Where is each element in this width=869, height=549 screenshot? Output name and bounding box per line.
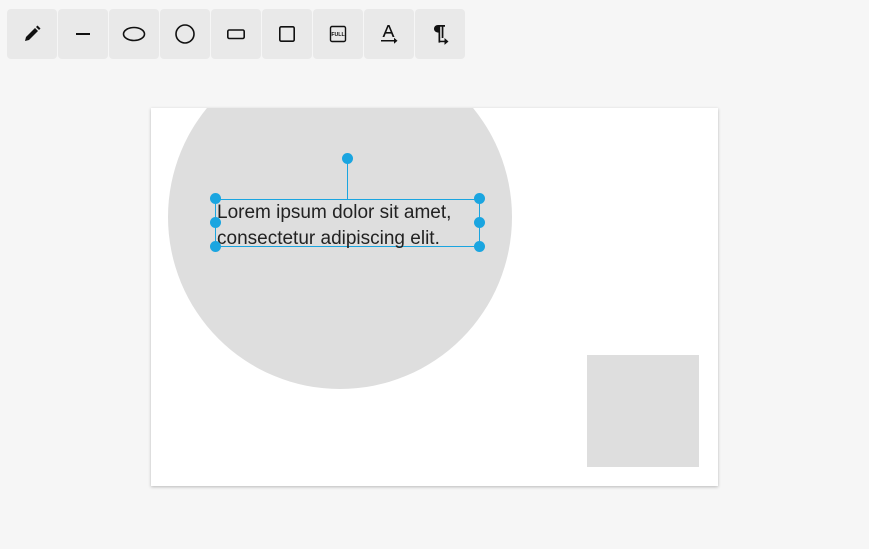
paragraph-tool-button[interactable] [415,9,465,59]
resize-handle-middle-right[interactable] [474,217,485,228]
rotation-handle[interactable] [342,153,353,164]
rotation-connector-line [347,158,348,199]
line-tool-button[interactable] [58,9,108,59]
resize-handle-bottom-left[interactable] [210,241,221,252]
square-icon [277,24,297,44]
text-tool-button[interactable] [364,9,414,59]
text-line-1: Lorem ipsum dolor sit amet, [217,202,452,223]
circle-tool-button[interactable] [160,9,210,59]
ellipse-icon [121,24,147,44]
ellipse-tool-button[interactable] [109,9,159,59]
circle-icon [174,23,196,45]
resize-handle-bottom-right[interactable] [474,241,485,252]
pencil-tool-button[interactable] [7,9,57,59]
resize-handle-top-left[interactable] [210,193,221,204]
text-box-content[interactable]: Lorem ipsum dolor sit amet, consectetur … [217,200,451,252]
fill-icon-label: FULL [331,32,345,38]
resize-handle-middle-left[interactable] [210,217,221,228]
pencil-icon [22,24,42,44]
text-line-2: consectetur adipiscing elit. [217,228,440,249]
rectangle-tool-button[interactable] [211,9,261,59]
selected-text-box[interactable]: Lorem ipsum dolor sit amet, consectetur … [215,199,480,249]
rectangle-icon [225,24,247,44]
line-icon [73,24,93,44]
fill-tool-button[interactable]: FULL [313,9,363,59]
text-icon [379,23,399,45]
fill-icon: FULL [328,24,348,44]
square-tool-button[interactable] [262,9,312,59]
toolbar: FULL [7,9,465,59]
square-shape[interactable] [587,355,699,467]
drawing-canvas[interactable]: Lorem ipsum dolor sit amet, consectetur … [151,108,718,486]
resize-handle-top-right[interactable] [474,193,485,204]
paragraph-icon [430,23,450,45]
